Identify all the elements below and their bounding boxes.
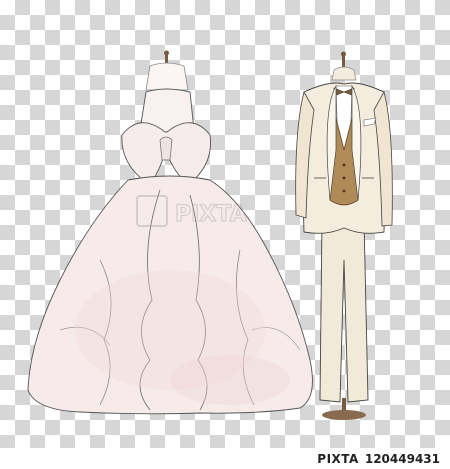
image-id: 120449431	[364, 451, 440, 466]
stock-footer: PIXTA 120449431	[0, 448, 450, 469]
image-stage: PIXTA PIXTA 120449431	[0, 0, 450, 469]
dress-mannequin	[145, 50, 189, 91]
pixta-watermark: PIXTA	[136, 195, 247, 228]
white-tuxedo	[295, 82, 393, 403]
wedding-dress	[27, 88, 313, 415]
watermark-text: PIXTA	[175, 202, 247, 227]
pixta-logo: PIXTA	[317, 451, 359, 466]
